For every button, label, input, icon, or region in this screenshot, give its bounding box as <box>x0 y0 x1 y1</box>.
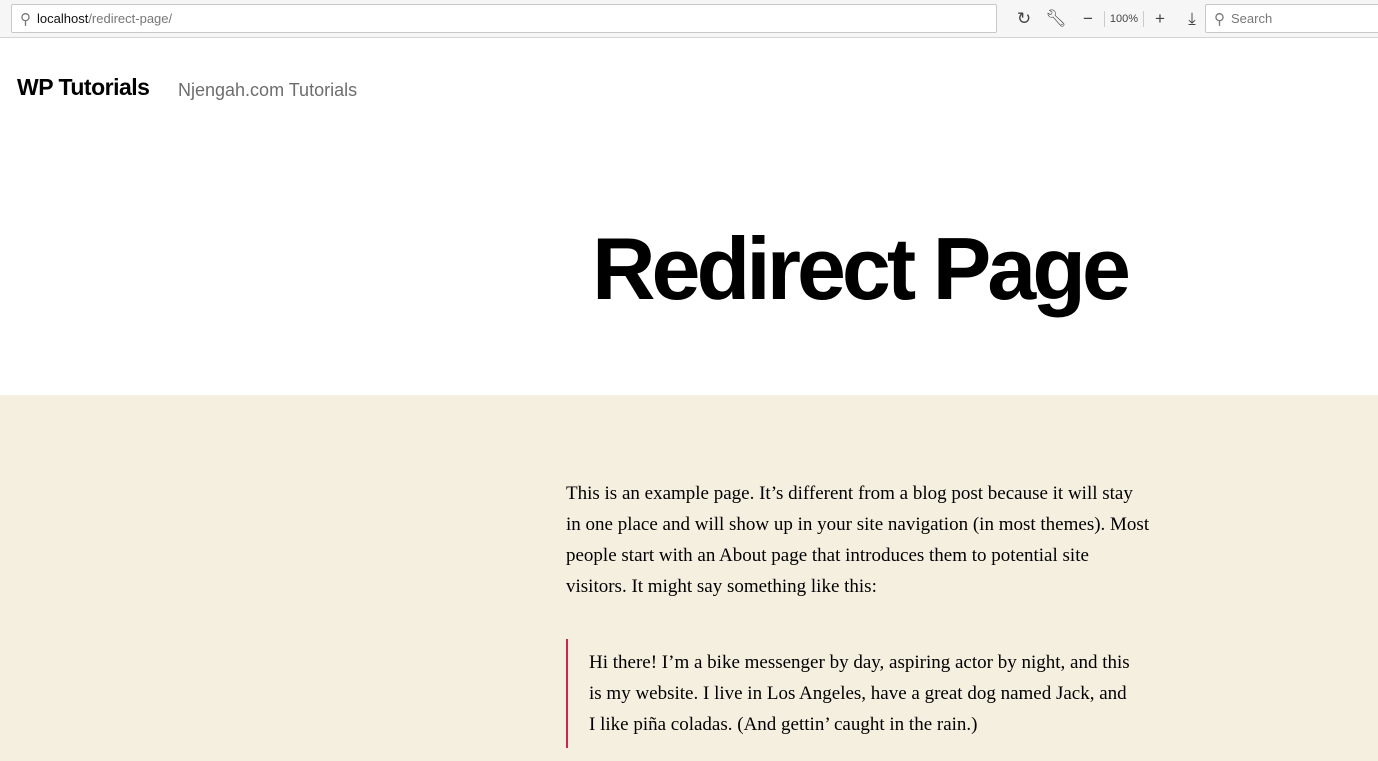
search-placeholder: Search <box>1231 11 1273 26</box>
url-path: /redirect-page/ <box>88 11 173 26</box>
zoom-level[interactable]: 100% <box>1104 11 1144 27</box>
download-icon[interactable]: ⤓ <box>1176 6 1208 32</box>
browser-toolbar: ⚲ localhost/redirect-page/ ↻ 🔧︎ − 100% +… <box>0 0 1378 38</box>
entry-content: This is an example page. It’s different … <box>0 395 1378 761</box>
minus-icon[interactable]: − <box>1072 6 1104 32</box>
plus-icon[interactable]: + <box>1144 6 1176 32</box>
reload-icon[interactable]: ↻ <box>1008 6 1040 32</box>
search-icon: ⚲ <box>1214 10 1225 28</box>
wrench-icon[interactable]: 🔧︎ <box>1040 6 1072 32</box>
page-title: Redirect Page <box>592 219 1131 318</box>
search-box[interactable]: ⚲ Search <box>1205 4 1378 33</box>
site-title[interactable]: WP Tutorials <box>17 74 150 101</box>
address-bar[interactable]: ⚲ localhost/redirect-page/ <box>11 4 997 33</box>
blockquote: Hi there! I’m a bike messenger by day, a… <box>566 639 1136 748</box>
site-tagline: Njengah.com Tutorials <box>178 80 358 100</box>
search-icon: ⚲ <box>20 10 31 28</box>
intro-paragraph: This is an example page. It’s different … <box>566 483 1150 597</box>
url-host: localhost <box>37 11 89 26</box>
